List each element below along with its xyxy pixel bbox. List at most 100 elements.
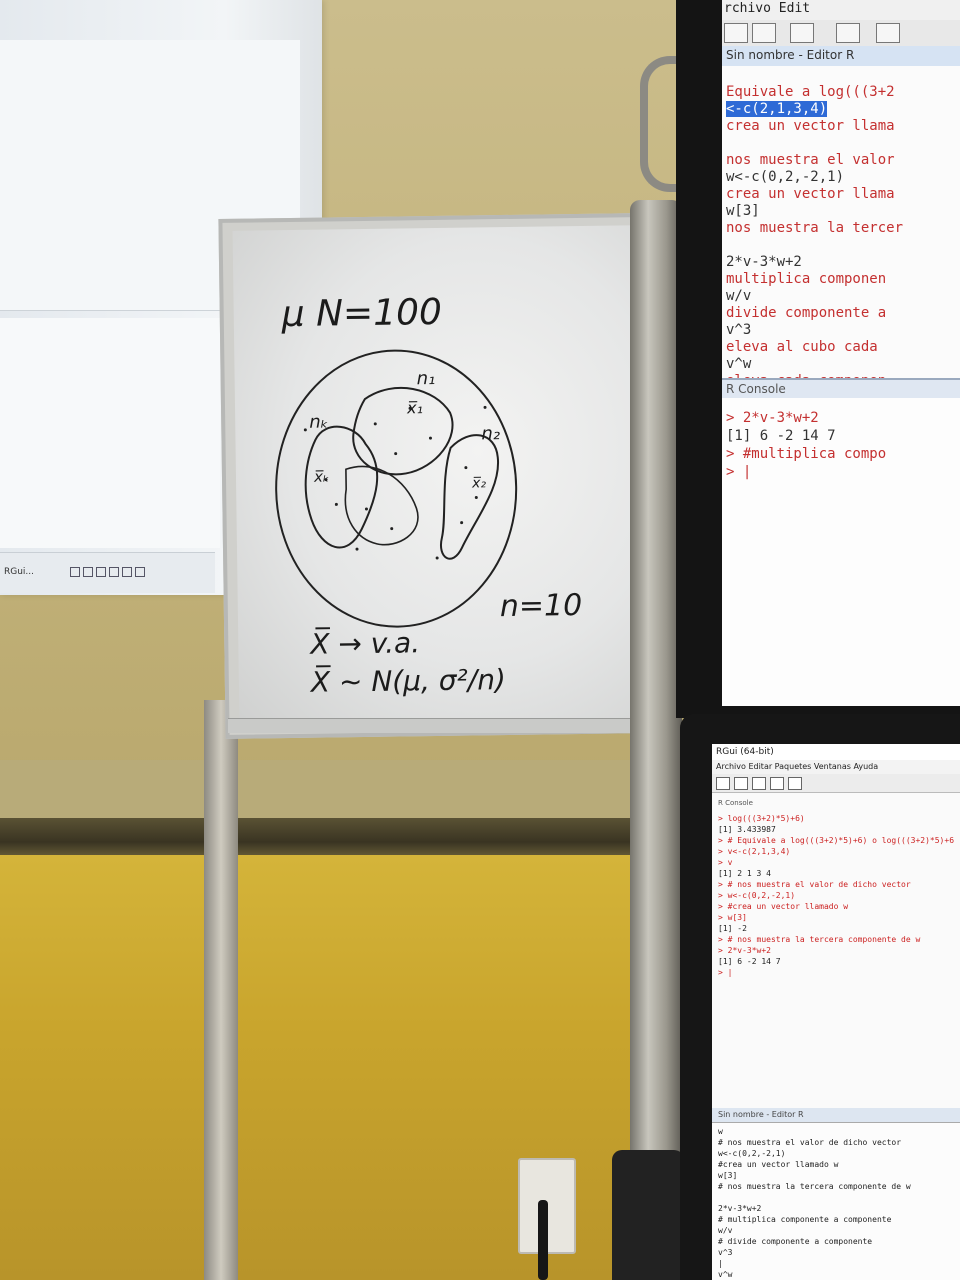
code-line: w<-c(0,2,-2,1) (726, 169, 845, 185)
projection-taskbar: RGui... (0, 552, 215, 593)
code-line: nos muestra la tercer (726, 220, 904, 236)
label-x2: x̅₂ (471, 475, 487, 492)
code-line: # nos muestra la tercera componente de w (718, 1182, 911, 1191)
tray-icon (83, 567, 93, 577)
projection-window-bottom (0, 318, 220, 548)
console-title: R Console (726, 382, 786, 396)
code-line: > w<-c(0,2,-2,1) (718, 891, 796, 900)
label-x1: x̅₁ (406, 398, 424, 418)
code-line: w<-c(0,2,-2,1) (718, 1149, 786, 1158)
wall-lower (0, 855, 700, 1280)
code-line: Equivale a log(((3+2 (726, 84, 895, 100)
wall-ledge (0, 818, 700, 858)
code-line: > | (718, 968, 733, 977)
wall-band (0, 760, 640, 822)
code-line: v^w (718, 1270, 733, 1279)
code-line: > 2*v-3*w+2 (718, 946, 771, 955)
tray-icon (135, 567, 145, 577)
code-line: multiplica componen (726, 271, 887, 287)
code-line: w/v (718, 1226, 733, 1235)
code-line: v^w (726, 356, 752, 372)
whiteboard: µ N=100 n₁ x̅₁ n₂ x̅₂ nₖ x̅ₖ n=10 X̅ → v… (232, 225, 644, 727)
code-line: crea un vector llama (726, 118, 895, 134)
code-line: crea un vector llama (726, 186, 895, 202)
monitor-small-screen: RGui (64-bit) Archivo Editar Paquetes Ve… (712, 744, 960, 1280)
window-title: RGui (64-bit) (716, 747, 774, 757)
code-line: v^3 (718, 1248, 733, 1257)
code-line: > # nos muestra el valor de dicho vector (718, 880, 911, 889)
formula-distribution: X̅ ~ N(µ, σ²/n) (310, 663, 507, 699)
tray-icon (122, 567, 132, 577)
menu-items[interactable]: Archivo Editar Paquetes Ventanas Ayuda (716, 762, 878, 771)
editor-title: Sin nombre - Editor R (726, 48, 855, 62)
sample-blob-1 (352, 386, 454, 476)
save-icon[interactable] (734, 777, 748, 790)
console-titlebar: R Console (722, 378, 960, 400)
menu-bar: Archivo Editar Paquetes Ventanas Ayuda (712, 760, 960, 774)
whiteboard-tray (228, 718, 640, 733)
pole-base (612, 1150, 684, 1280)
window-icon[interactable] (836, 23, 860, 43)
code-line: 2*v-3*w+2 (726, 254, 802, 270)
code-line: nos muestra el valor (726, 152, 895, 168)
run-line-icon[interactable] (790, 23, 814, 43)
code-line: > w[3] (718, 913, 747, 922)
taskbar-tray (70, 567, 148, 580)
label-n1: n₁ (416, 368, 436, 390)
code-line: > v<-c(2,1,3,4) (718, 847, 791, 856)
editor-title: Sin nombre - Editor R (718, 1110, 804, 1119)
print-icon[interactable] (876, 23, 900, 43)
code-line: w/v (726, 288, 752, 304)
code-line: <-c(2,1,3,4) (726, 101, 828, 117)
load-icon[interactable] (752, 777, 766, 790)
code-line: eleva al cubo cada (726, 339, 878, 355)
code-line: > v (718, 858, 733, 867)
code-line: > 2*v-3*w+2 (726, 410, 819, 426)
code-line: | (718, 1259, 723, 1268)
console-title: R Console (718, 799, 753, 807)
menu-archivo[interactable]: rchivo Edit (724, 1, 810, 16)
open-icon[interactable] (716, 777, 730, 790)
whiteboard-stand-leg (204, 700, 238, 1280)
tray-icon (109, 567, 119, 577)
sample-blob-mid (344, 465, 419, 546)
code-line: # multiplica componente a componente (718, 1215, 892, 1224)
window-titlebar: RGui (64-bit) (712, 744, 960, 760)
console-area[interactable]: > log(((3+2)*5)+6) [1] 3.433987 > # Equiva… (712, 812, 960, 1102)
code-line: [1] 6 -2 14 7 (718, 957, 781, 966)
code-line: #crea un vector llamado w (718, 1160, 839, 1169)
code-line: [1] -2 (718, 924, 747, 933)
editor-text-area[interactable]: w # nos muestra el valor de dicho vector w… (712, 1122, 960, 1280)
code-line: [1] 3.433987 (718, 825, 776, 834)
code-line: 2*v-3*w+2 (718, 1204, 762, 1213)
copy-icon[interactable] (770, 777, 784, 790)
code-line: w[3] (718, 1171, 738, 1180)
toolbar (712, 774, 960, 793)
sample-blob-k (304, 425, 379, 549)
code-line: divide componente a (726, 305, 887, 321)
code-line: # divide componente a componente (718, 1237, 873, 1246)
sample-blob-2 (439, 434, 500, 560)
code-line: > log(((3+2)*5)+6) (718, 814, 805, 823)
code-line: > | (726, 464, 752, 480)
taskbar-app-label: RGui... (4, 567, 35, 577)
code-line: w (718, 1127, 723, 1136)
editor-titlebar: Sin nombre - Editor R (722, 46, 960, 66)
label-nk: nₖ (309, 411, 329, 433)
print-icon[interactable] (788, 777, 802, 790)
open-icon[interactable] (724, 23, 748, 43)
code-line: v^3 (726, 322, 752, 338)
population-label: µ N=100 (281, 291, 443, 336)
code-line: > # Equivale a log(((3+2)*5)+6) o log(((… (718, 836, 955, 845)
label-n2: n₂ (481, 423, 501, 445)
editor-text-area[interactable]: Equivale a log(((3+2 <-c(2,1,3,4) crea un … (722, 66, 960, 389)
tray-icon (96, 567, 106, 577)
save-icon[interactable] (752, 23, 776, 43)
console-area[interactable]: > 2*v-3*w+2 [1] 6 -2 14 7 > #multiplica co… (722, 398, 960, 706)
toolbar (722, 20, 960, 47)
code-line: # nos muestra el valor de dicho vector (718, 1138, 902, 1147)
tray-icon (70, 567, 80, 577)
console-titlebar: R Console (712, 798, 960, 810)
monitor-large-screen: rchivo Edit Sin nombre - Editor R Equiva… (722, 0, 960, 706)
menu-bar: rchivo Edit (722, 0, 960, 20)
